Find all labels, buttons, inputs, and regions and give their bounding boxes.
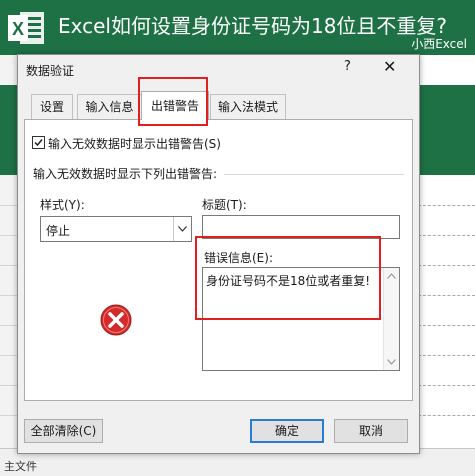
row-gridline [0, 265, 17, 266]
style-select-value: 停止 [46, 224, 71, 238]
cell-gridline [418, 385, 475, 386]
title-label: 标题(T): [202, 198, 247, 212]
header-row-fill [0, 85, 17, 175]
error-message-text: 身份证号码不是18位或者重复! [206, 274, 371, 288]
style-select[interactable]: 停止 [40, 216, 192, 242]
cell-gridline [418, 355, 475, 356]
row-gridline [0, 205, 17, 206]
sheet-tab-label[interactable]: 主文件 [4, 458, 37, 474]
group-divider [224, 174, 404, 175]
row-gridline [0, 235, 17, 236]
title-input[interactable] [202, 215, 400, 239]
cell-gridline [418, 235, 475, 236]
row-gridline [0, 415, 17, 416]
error-message-label: 错误信息(E): [204, 251, 273, 265]
data-validation-dialog: 数据验证 ? ✕ 设置 输入信息 出错警告 输入法模式 输入无效数据时显示出错警… [17, 54, 420, 454]
close-icon[interactable]: ✕ [383, 57, 396, 76]
cell-gridline [418, 415, 475, 416]
clear-all-button[interactable]: 全部清除(C) [24, 419, 103, 443]
header-row-fill [418, 85, 475, 175]
error-stop-icon [100, 304, 132, 339]
tab-settings[interactable]: 设置 [31, 94, 73, 119]
row-gridline [0, 385, 17, 386]
sheet-row-headers [0, 55, 18, 475]
brand-label: 小西Excel [411, 37, 467, 51]
style-label: 样式(Y): [40, 198, 85, 212]
row-gridline [0, 295, 17, 296]
excel-logo-icon: X [6, 8, 46, 48]
cell-gridline [418, 205, 475, 206]
excel-logo-letter: X [12, 19, 24, 39]
tab-input-message[interactable]: 输入信息 [77, 94, 142, 119]
cell-gridline [418, 325, 475, 326]
article-banner: X Excel如何设置身份证号码为18位且不重复? 小西Excel [0, 0, 475, 55]
show-alert-label[interactable]: 输入无效数据时显示出错警告(S) [48, 135, 221, 152]
textarea-scrollbar[interactable] [383, 268, 399, 370]
cell-gridline [418, 295, 475, 296]
tab-ime-mode[interactable]: 输入法模式 [210, 94, 286, 119]
row-gridline [0, 355, 17, 356]
dialog-title: 数据验证 [26, 64, 75, 78]
scroll-down-icon[interactable] [387, 359, 396, 365]
error-message-textarea[interactable]: 身份证号码不是18位或者重复! [202, 267, 400, 371]
sheet-cells-right [418, 55, 475, 475]
ok-button[interactable]: 确定 [250, 419, 324, 443]
tab-error-alert[interactable]: 出错警告 [141, 91, 209, 120]
help-button[interactable]: ? [344, 59, 351, 74]
chevron-down-icon[interactable] [173, 217, 191, 241]
scroll-up-icon[interactable] [387, 273, 396, 279]
group-label: 输入无效数据时显示下列出错警告: [33, 167, 218, 181]
article-title: Excel如何设置身份证号码为18位且不重复? [58, 14, 448, 38]
row-gridline [0, 325, 17, 326]
checkmark-icon [34, 139, 43, 147]
cell-gridline [418, 265, 475, 266]
cancel-button[interactable]: 取消 [334, 419, 408, 443]
show-alert-checkbox[interactable] [32, 136, 45, 149]
